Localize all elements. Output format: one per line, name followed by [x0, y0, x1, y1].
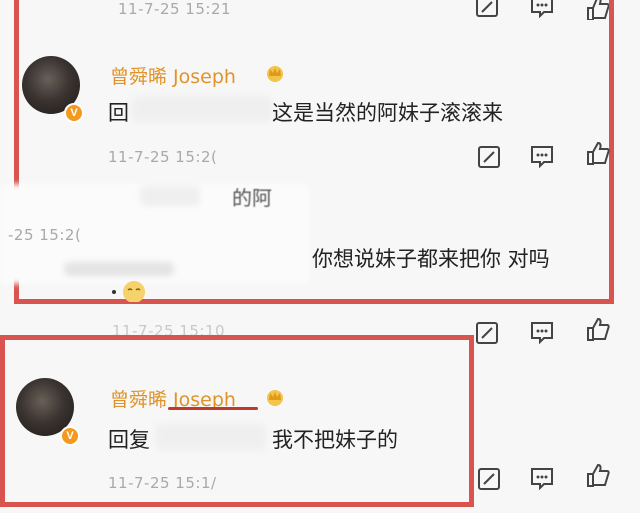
- verified-badge-icon: V: [64, 103, 84, 123]
- comment-text: 你想说妹子都来把你 对吗: [312, 247, 550, 271]
- verified-badge-icon: V: [60, 426, 80, 446]
- comment-text: 这是当然的阿妹子滚滚来: [272, 101, 503, 125]
- red-underline: [168, 407, 258, 410]
- redacted-username: [132, 96, 272, 122]
- crown-icon: [264, 64, 286, 82]
- redacted-username: [156, 424, 266, 450]
- obscured-fragment: 的阿: [232, 186, 272, 210]
- redacted-text: [64, 262, 174, 276]
- share-icon[interactable]: [478, 468, 500, 490]
- timestamp: 11-7-25 15:1/: [108, 474, 217, 492]
- highlight-box: [0, 335, 474, 507]
- like-icon[interactable]: [586, 142, 610, 166]
- emoji-icon: [110, 280, 154, 306]
- timestamp: 11-7-25 15:2(: [108, 148, 218, 166]
- comment-icon[interactable]: [530, 146, 554, 168]
- comment-icon[interactable]: [530, 322, 554, 344]
- share-icon[interactable]: [478, 146, 500, 168]
- comment-icon[interactable]: [530, 468, 554, 490]
- username[interactable]: 曾舜晞 Joseph: [110, 62, 236, 89]
- crown-icon: [264, 388, 286, 406]
- timestamp: -25 15:2(: [8, 226, 82, 244]
- redacted-text: [140, 186, 200, 206]
- like-icon[interactable]: [586, 318, 610, 342]
- like-icon[interactable]: [586, 464, 610, 488]
- comment-text: 我不把妹子的: [272, 428, 398, 452]
- share-icon[interactable]: [476, 322, 498, 344]
- reply-prefix: 回复: [108, 428, 150, 452]
- reply-prefix: 回: [108, 101, 129, 125]
